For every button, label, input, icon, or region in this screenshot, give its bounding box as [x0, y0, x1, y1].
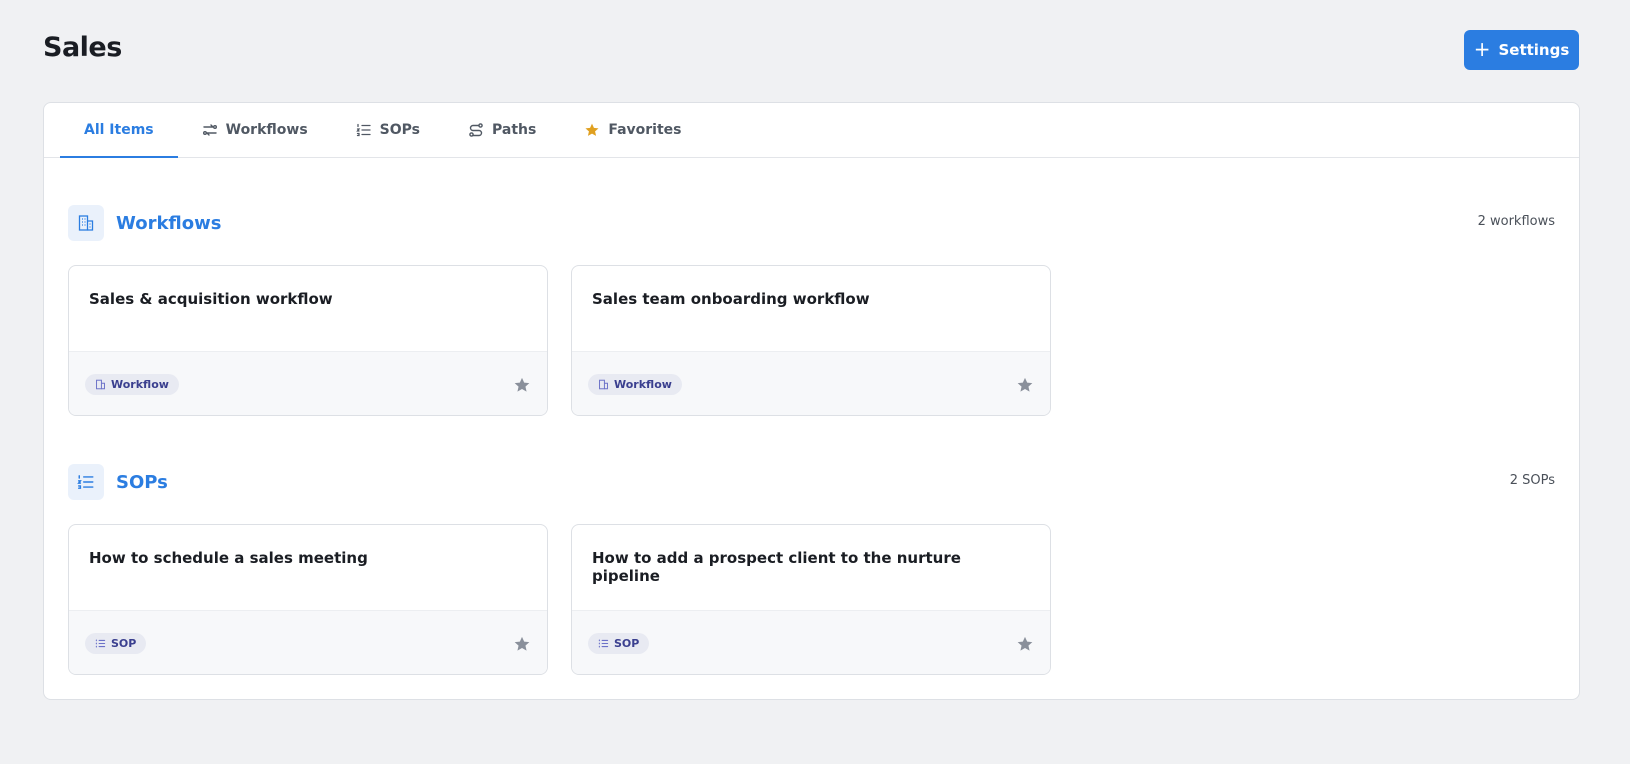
sop-card[interactable]: How to add a prospect client to the nurt…: [571, 524, 1051, 675]
card-title: How to add a prospect client to the nurt…: [592, 549, 961, 585]
workflows-count: 2 workflows: [1477, 214, 1555, 229]
sops-count: 2 SOPs: [1509, 473, 1555, 488]
tab-paths-label: Paths: [492, 122, 537, 138]
type-badge: Workflow: [85, 374, 179, 395]
tab-all-items-label: All Items: [84, 122, 154, 138]
tab-workflows[interactable]: Workflows: [178, 103, 332, 157]
workflows-section-header: Workflows: [68, 205, 221, 241]
sops-section-title: SOPs: [116, 471, 168, 493]
content-panel: All Items Workflows SOPs Paths Favorites…: [43, 102, 1580, 700]
card-title: Sales team onboarding workflow: [592, 290, 870, 308]
tab-favorites-label: Favorites: [608, 122, 682, 138]
card-footer: Workflow: [572, 351, 1050, 415]
settings-button[interactable]: + Settings: [1464, 30, 1579, 70]
workflow-icon: [202, 122, 218, 138]
list-icon: [598, 639, 609, 648]
badge-label: Workflow: [111, 378, 169, 391]
settings-button-label: Settings: [1498, 41, 1570, 59]
tab-sops-label: SOPs: [379, 122, 421, 138]
list-icon: [95, 639, 106, 648]
workflow-card[interactable]: Sales team onboarding workflow Workflow: [571, 265, 1051, 416]
type-badge: SOP: [85, 633, 147, 654]
tab-bar: All Items Workflows SOPs Paths Favorites: [44, 103, 1579, 158]
badge-label: SOP: [614, 637, 640, 650]
building-icon: [68, 205, 104, 241]
tab-workflows-label: Workflows: [225, 122, 308, 138]
star-icon: [584, 122, 600, 138]
card-footer: SOP: [572, 610, 1050, 674]
list-icon: [68, 464, 104, 500]
path-icon: [468, 122, 484, 138]
list-icon: [355, 122, 372, 138]
plus-icon: +: [1473, 37, 1491, 61]
building-icon: [599, 379, 608, 390]
sop-card[interactable]: How to schedule a sales meeting SOP: [68, 524, 548, 675]
favorite-star-icon[interactable]: [1016, 376, 1034, 394]
favorite-star-icon[interactable]: [513, 376, 531, 394]
type-badge: Workflow: [588, 374, 682, 395]
tab-favorites[interactable]: Favorites: [560, 103, 705, 157]
sops-section-header: SOPs: [68, 464, 168, 500]
favorite-star-icon[interactable]: [1016, 635, 1034, 653]
workflows-section-title: Workflows: [116, 212, 222, 234]
workflow-card[interactable]: Sales & acquisition workflow Workflow: [68, 265, 548, 416]
tab-all-items[interactable]: All Items: [60, 103, 178, 158]
page-title: Sales: [43, 32, 122, 63]
card-title: Sales & acquisition workflow: [89, 290, 333, 308]
card-footer: Workflow: [69, 351, 547, 415]
favorite-star-icon[interactable]: [513, 635, 531, 653]
tab-sops[interactable]: SOPs: [332, 103, 444, 157]
badge-label: SOP: [111, 637, 137, 650]
badge-label: Workflow: [614, 378, 672, 391]
tab-paths[interactable]: Paths: [444, 103, 560, 157]
type-badge: SOP: [588, 633, 650, 654]
card-title: How to schedule a sales meeting: [89, 549, 368, 567]
card-footer: SOP: [69, 610, 547, 674]
building-icon: [96, 379, 105, 390]
